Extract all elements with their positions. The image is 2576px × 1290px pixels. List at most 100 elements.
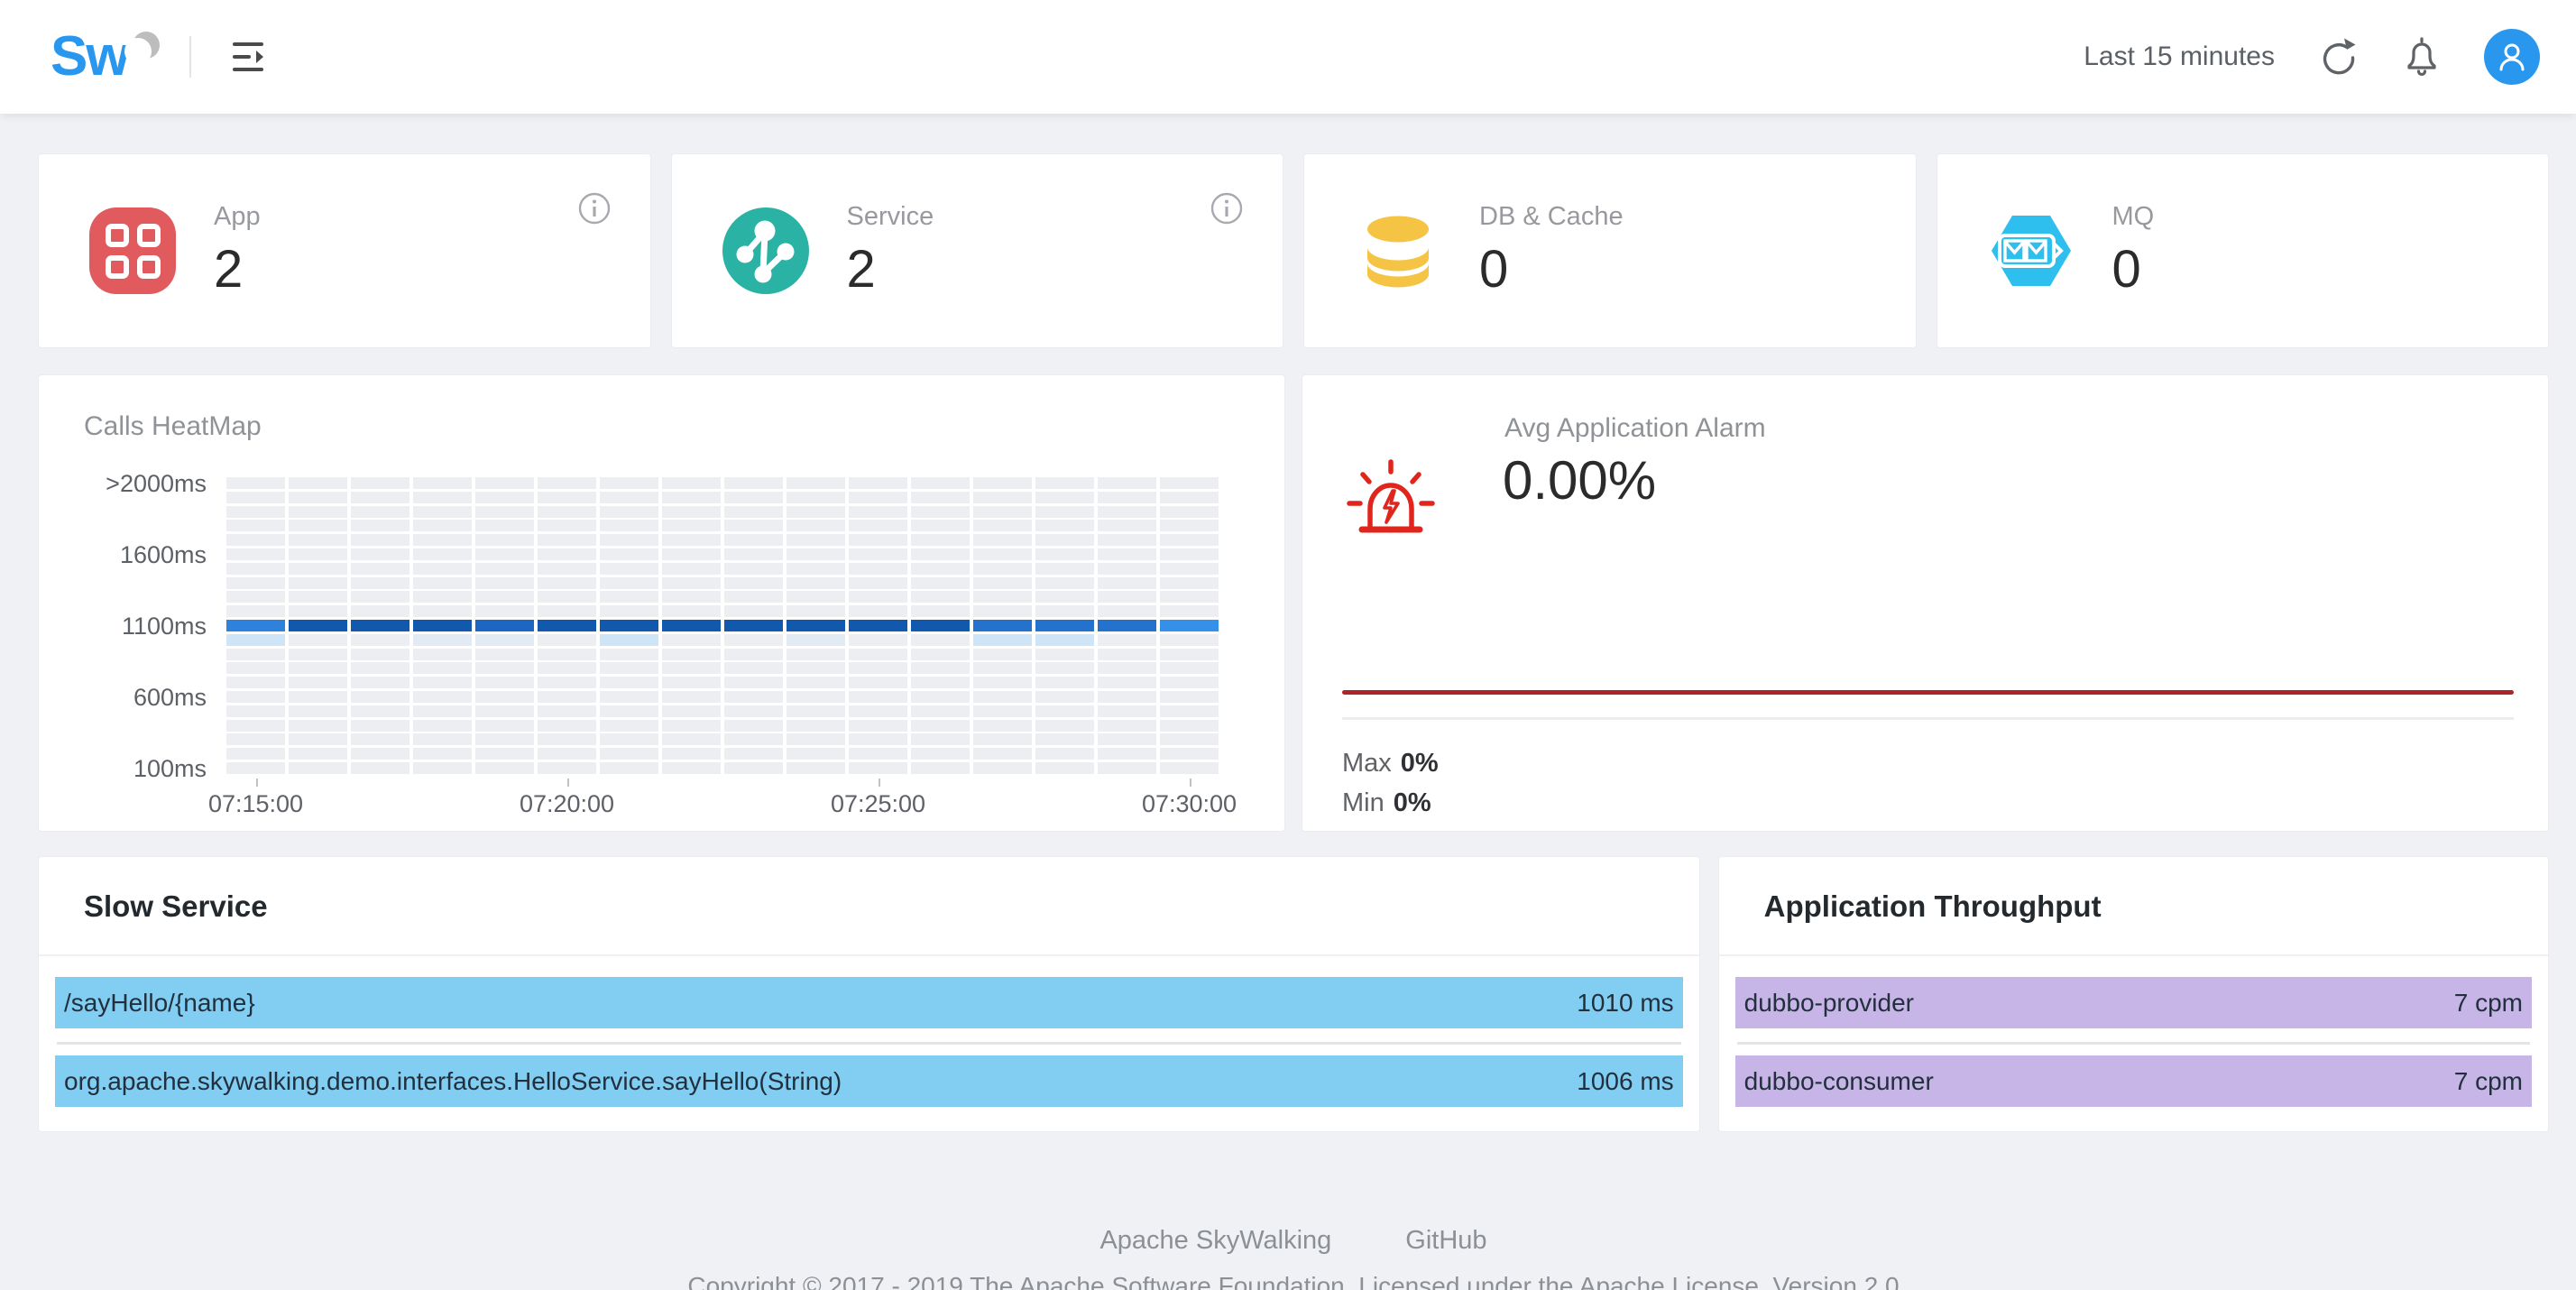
- heatmap-cell: [351, 477, 409, 489]
- heatmap-cell: [1160, 762, 1219, 774]
- user-avatar[interactable]: [2484, 29, 2540, 85]
- heatmap-cell: [600, 605, 658, 617]
- heatmap-cell: [538, 634, 596, 646]
- heatmap-cell: [1098, 634, 1156, 646]
- heatmap-cell: [475, 677, 534, 688]
- heatmap-cell: [1098, 577, 1156, 589]
- heatmap-cell: [1035, 577, 1094, 589]
- heatmap-cell: [973, 677, 1032, 688]
- info-icon[interactable]: [578, 192, 611, 229]
- heatmap-cell: [662, 733, 721, 745]
- heatmap-cell: [849, 733, 907, 745]
- user-icon: [2494, 39, 2530, 75]
- heatmap-cell: [1035, 720, 1094, 732]
- skywalking-logo[interactable]: Sw: [51, 16, 164, 97]
- list-item-value: 1006 ms: [1577, 1067, 1673, 1096]
- heatmap-cell: [662, 691, 721, 703]
- heatmap-cell: [787, 762, 845, 774]
- heatmap-cell: [538, 720, 596, 732]
- slow-service-list: /sayHello/{name}1010 msorg.apache.skywal…: [39, 956, 1699, 1107]
- heatmap-cell: [911, 492, 970, 503]
- heatmap-cell: [662, 662, 721, 674]
- heatmap-cell: [1098, 620, 1156, 631]
- heatmap-cell: [911, 605, 970, 617]
- heatmap-cell: [413, 577, 472, 589]
- heatmap-cell: [351, 662, 409, 674]
- calls-heatmap-chart: >2000ms1600ms1100ms600ms100ms07:15:0007:…: [39, 375, 1284, 831]
- heatmap-cell: [600, 591, 658, 603]
- alarm-max-stat: Max0%: [1342, 749, 1439, 779]
- heatmap-cell: [538, 762, 596, 774]
- heatmap-cell: [787, 520, 845, 531]
- heatmap-cell: [787, 634, 845, 646]
- heatmap-cell: [289, 649, 347, 660]
- heatmap-x-label: 07:25:00: [788, 790, 969, 818]
- heatmap-cell: [1160, 748, 1219, 760]
- heatmap-cell: [538, 649, 596, 660]
- heatmap-cell: [662, 577, 721, 589]
- heatmap-y-label: 1600ms: [39, 543, 207, 567]
- heatmap-cell: [538, 605, 596, 617]
- notifications-button[interactable]: [2403, 36, 2441, 78]
- heatmap-cell: [413, 748, 472, 760]
- heatmap-cell: [226, 691, 285, 703]
- slow-service-title: Slow Service: [39, 857, 1699, 956]
- heatmap-cell: [724, 748, 783, 760]
- heatmap-cell: [1160, 548, 1219, 560]
- heatmap-cell: [351, 733, 409, 745]
- heatmap-cell: [1098, 506, 1156, 518]
- heatmap-cell: [1098, 477, 1156, 489]
- alarm-max-value: 0%: [1401, 749, 1439, 778]
- heatmap-cell: [1098, 762, 1156, 774]
- stat-card-db-cache: DB & Cache 0: [1303, 153, 1917, 348]
- heatmap-x-tick: [1190, 779, 1191, 787]
- heatmap-cell: [849, 548, 907, 560]
- heatmap-cell: [973, 477, 1032, 489]
- time-range-selector[interactable]: Last 15 minutes: [2084, 41, 2275, 72]
- heatmap-cell: [600, 691, 658, 703]
- heatmap-cell: [351, 605, 409, 617]
- heatmap-cell: [1035, 605, 1094, 617]
- heatmap-cell: [849, 705, 907, 717]
- heatmap-cell: [538, 677, 596, 688]
- heatmap-cell: [600, 577, 658, 589]
- heatmap-cell: [849, 649, 907, 660]
- heatmap-cell: [351, 591, 409, 603]
- heatmap-cell: [973, 762, 1032, 774]
- heatmap-cell: [662, 634, 721, 646]
- heatmap-cell: [475, 520, 534, 531]
- heatmap-cell: [973, 492, 1032, 503]
- heatmap-x-label: 07:20:00: [477, 790, 658, 818]
- heatmap-cell: [413, 733, 472, 745]
- heatmap-cell: [226, 677, 285, 688]
- heatmap-cell: [475, 705, 534, 717]
- heatmap-cell: [1098, 534, 1156, 546]
- refresh-button[interactable]: [2318, 36, 2360, 78]
- heatmap-cell: [289, 577, 347, 589]
- heatmap-cell: [413, 605, 472, 617]
- stat-card-label: Service: [847, 202, 934, 232]
- heatmap-cell: [973, 649, 1032, 660]
- logo-text: Sw: [51, 16, 128, 97]
- avg-application-alarm-panel: Avg Application Alarm 0.00% Max0% Min0%: [1302, 374, 2549, 832]
- heatmap-cell: [289, 492, 347, 503]
- list-item-bar: /sayHello/{name}1010 ms: [55, 977, 1683, 1028]
- heatmap-cell: [289, 506, 347, 518]
- footer-link-github[interactable]: GitHub: [1405, 1226, 1486, 1256]
- heatmap-cell: [662, 534, 721, 546]
- heatmap-cell: [973, 720, 1032, 732]
- heatmap-cell: [973, 620, 1032, 631]
- heatmap-cell: [289, 677, 347, 688]
- heatmap-cell: [538, 548, 596, 560]
- slow-service-panel: Slow Service /sayHello/{name}1010 msorg.…: [38, 856, 1700, 1132]
- heatmap-cell: [1098, 677, 1156, 688]
- list-item-divider: [1737, 1042, 2530, 1045]
- heatmap-cell: [413, 534, 472, 546]
- heatmap-cell: [849, 677, 907, 688]
- heatmap-cell: [1035, 492, 1094, 503]
- footer-link-apache-skywalking[interactable]: Apache SkyWalking: [1099, 1226, 1331, 1256]
- heatmap-cell: [787, 548, 845, 560]
- sidebar-collapse-button[interactable]: [233, 41, 269, 73]
- heatmap-cell: [226, 634, 285, 646]
- info-icon[interactable]: [1210, 192, 1243, 229]
